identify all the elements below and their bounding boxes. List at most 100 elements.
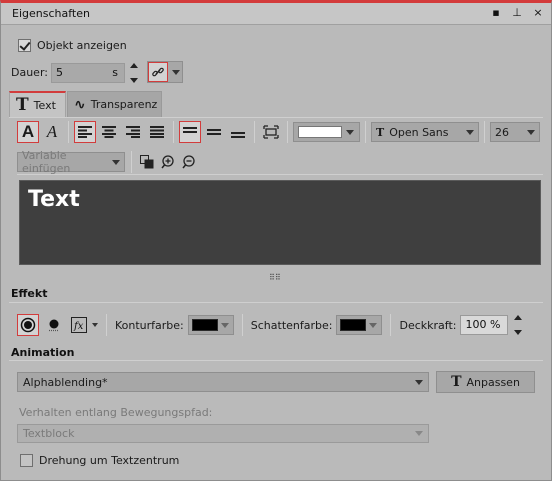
zoom-in-icon[interactable]	[159, 151, 177, 173]
toolbar-separator	[365, 121, 366, 143]
font-icon: T	[376, 125, 385, 139]
schatten-color-label: Schattenfarbe:	[250, 318, 333, 332]
stepper-down-icon[interactable]	[129, 78, 138, 83]
variable-insert-select[interactable]: Variable einfügen	[17, 149, 125, 175]
object-visible-row[interactable]: Objekt anzeigen	[18, 39, 127, 52]
properties-panel: Eigenschaften ▪ ⊥ × Objekt anzeigen Daue…	[0, 0, 552, 481]
tab-transparenz-label: Transparenz	[90, 98, 158, 111]
toolbar-separator	[131, 151, 132, 173]
align-right-icon[interactable]	[122, 121, 144, 143]
stepper-up-icon[interactable]	[513, 315, 522, 320]
object-visible-label: Objekt anzeigen	[37, 39, 127, 52]
duration-value: 5	[56, 66, 63, 79]
animation-section-title: Animation	[11, 346, 75, 359]
valign-bottom-icon[interactable]	[227, 121, 249, 143]
duration-unit: s	[112, 66, 118, 79]
align-center-icon[interactable]	[98, 121, 120, 143]
text-editor-area[interactable]: Text	[19, 180, 541, 265]
object-visible-checkbox[interactable]	[18, 39, 31, 52]
tab-text-label: Text	[33, 98, 56, 112]
animation-selected-value: Alphablending*	[23, 375, 108, 389]
deckkraft-value: 100 %	[465, 318, 501, 331]
text-color-swatch	[298, 126, 342, 138]
adjust-animation-button[interactable]: T Anpassen	[436, 371, 535, 393]
tab-divider	[9, 117, 543, 118]
toolbar-separator	[287, 121, 288, 143]
kontur-color-swatch	[191, 319, 218, 331]
toolbar-separator	[484, 121, 485, 143]
bold-toggle[interactable]: A	[17, 121, 39, 143]
toolbar-separator	[106, 314, 107, 336]
fx-icon[interactable]: fx	[69, 314, 89, 336]
deckkraft-label: Deckkraft:	[399, 318, 457, 332]
copy-layers-icon[interactable]	[138, 151, 156, 173]
kontur-color-label: Konturfarbe:	[115, 318, 184, 332]
pin-icon[interactable]: ⊥	[512, 7, 522, 19]
stepper-down-icon[interactable]	[513, 330, 522, 335]
fit-text-icon[interactable]	[260, 121, 282, 143]
valign-middle-icon[interactable]	[203, 121, 225, 143]
link-dropdown[interactable]	[147, 61, 183, 83]
tab-text[interactable]: T Text	[9, 91, 66, 117]
transparency-tab-icon: ∿	[74, 96, 86, 113]
text-preview-content: Text	[28, 187, 80, 212]
chevron-down-icon	[112, 159, 120, 165]
font-size-value: 26	[495, 125, 509, 139]
link-icon[interactable]	[148, 62, 168, 82]
shadow-effect-icon[interactable]	[43, 314, 65, 336]
resize-grip-icon[interactable]: ⠿⠿	[269, 273, 281, 282]
duration-input[interactable]: 5 s	[51, 63, 125, 83]
toolbar-separator	[173, 121, 174, 143]
align-justify-icon[interactable]	[146, 121, 168, 143]
rotate-center-row[interactable]: Drehung um Textzentrum	[20, 454, 179, 467]
effect-row: fx Konturfarbe: Schattenfarbe: Deckkraft…	[17, 314, 523, 336]
chevron-down-icon	[172, 69, 180, 75]
chevron-down-icon	[466, 129, 474, 135]
schatten-color-swatch	[340, 319, 367, 331]
tab-transparenz[interactable]: ∿ Transparenz	[67, 91, 162, 117]
font-family-select[interactable]: T Open Sans	[371, 122, 479, 142]
path-behavior-select[interactable]: Textblock	[17, 424, 429, 443]
text-tab-icon: T	[16, 95, 29, 115]
restore-icon[interactable]: ▪	[491, 7, 501, 19]
effect-section-title: Effekt	[11, 287, 48, 300]
toolbar-separator	[68, 121, 69, 143]
kontur-color-dropdown[interactable]	[187, 315, 234, 335]
chevron-down-icon	[527, 129, 535, 135]
svg-text:fx: fx	[73, 321, 84, 332]
variable-placeholder: Variable einfügen	[22, 149, 71, 175]
titlebar-controls: ▪ ⊥ ×	[491, 7, 543, 19]
zoom-out-icon[interactable]	[180, 151, 198, 173]
panel-title: Eigenschaften	[12, 7, 90, 20]
duration-stepper[interactable]	[128, 63, 139, 83]
path-behavior-label: Verhalten entlang Bewegungspfad:	[19, 406, 213, 419]
italic-toggle[interactable]: A	[41, 121, 63, 143]
stepper-up-icon[interactable]	[129, 63, 138, 68]
toolbar-separator	[390, 314, 392, 336]
adjust-button-label: Anpassen	[466, 375, 520, 389]
toolbar-separator	[254, 121, 255, 143]
chevron-down-icon	[92, 323, 98, 327]
duration-label: Dauer:	[11, 66, 48, 79]
chevron-down-icon	[346, 129, 354, 135]
fx-dropdown[interactable]: fx	[69, 314, 98, 336]
format-toolbar: A A T Open Sans 26	[17, 121, 540, 143]
rotate-center-checkbox[interactable]	[20, 454, 33, 467]
font-size-select[interactable]: 26	[490, 122, 540, 142]
font-family-value: Open Sans	[389, 125, 449, 139]
schatten-color-dropdown[interactable]	[336, 315, 383, 335]
toolbar-separator	[241, 314, 243, 336]
variable-row: Variable einfügen	[17, 149, 198, 175]
valign-top-icon[interactable]	[179, 121, 201, 143]
chevron-down-icon	[369, 322, 378, 328]
deckkraft-stepper[interactable]	[512, 315, 523, 335]
text-color-dropdown[interactable]	[293, 122, 360, 142]
align-left-icon[interactable]	[74, 121, 96, 143]
deckkraft-input[interactable]: 100 %	[460, 315, 509, 335]
divider	[17, 174, 543, 175]
animation-select[interactable]: Alphablending*	[17, 372, 429, 392]
close-icon[interactable]: ×	[533, 7, 543, 19]
rotate-center-label: Drehung um Textzentrum	[39, 454, 180, 467]
text-fx-icon: T	[451, 374, 462, 390]
outline-effect-icon[interactable]	[17, 314, 39, 336]
